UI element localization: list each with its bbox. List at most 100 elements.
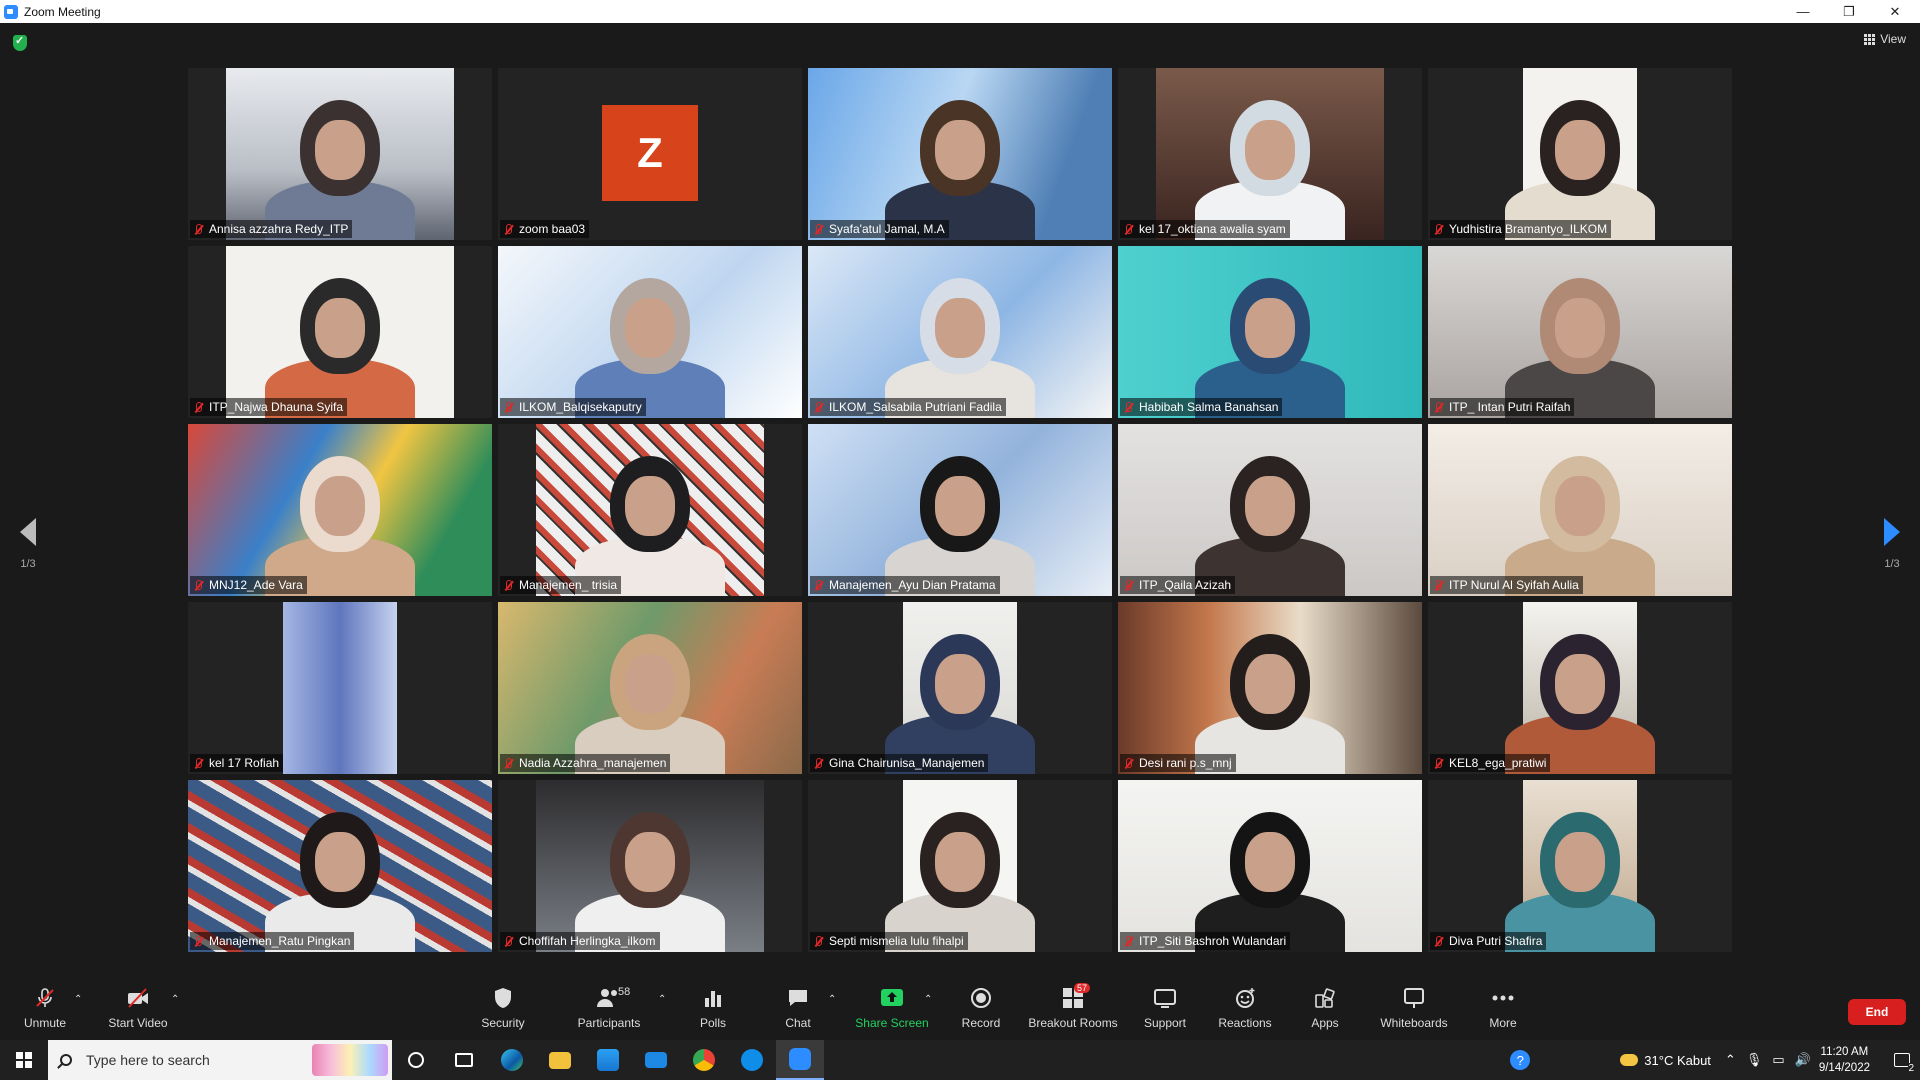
participant-tile[interactable]: Manajemen_ trisia bbox=[498, 424, 802, 596]
prev-page-button[interactable]: 1/3 bbox=[8, 518, 48, 588]
participant-tile[interactable]: Diva Putri Shafira bbox=[1428, 780, 1732, 952]
participant-video bbox=[885, 602, 1035, 774]
notification-center-button[interactable]: 2 bbox=[1884, 1040, 1920, 1080]
participant-nameplate: kel 17 Rofiah bbox=[190, 754, 284, 772]
participant-tile[interactable]: ITP_Siti Bashroh Wulandari bbox=[1118, 780, 1422, 952]
participants-button[interactable]: 58 Participants bbox=[564, 986, 654, 1036]
mic-muted-icon bbox=[502, 401, 515, 414]
participant-tile[interactable]: Choffifah Herlingka_ilkom bbox=[498, 780, 802, 952]
participant-name: Nadia Azzahra_manajemen bbox=[519, 756, 667, 770]
participant-tile[interactable]: Gina Chairunisa_Manajemen bbox=[808, 602, 1112, 774]
participants-chevron-icon[interactable]: ⌃ bbox=[658, 994, 666, 1005]
edge-icon bbox=[501, 1049, 523, 1071]
participant-tile[interactable]: Manajemen_Ratu Pingkan bbox=[188, 780, 492, 952]
camera-off-icon bbox=[125, 986, 151, 1010]
participant-tile[interactable]: MNJ12_Ade Vara bbox=[188, 424, 492, 596]
apps-button[interactable]: Apps bbox=[1280, 986, 1370, 1036]
store-app[interactable] bbox=[584, 1040, 632, 1080]
person-face bbox=[1555, 120, 1605, 180]
participant-name: KEL8_ega_pratiwi bbox=[1449, 756, 1547, 770]
participant-video bbox=[536, 780, 764, 952]
participant-nameplate: ILKOM_Salsabila Putriani Fadila bbox=[810, 398, 1006, 416]
video-options-chevron-icon[interactable]: ⌃ bbox=[171, 994, 179, 1005]
task-view-button[interactable] bbox=[440, 1040, 488, 1080]
cortana-button[interactable] bbox=[392, 1040, 440, 1080]
participant-tile[interactable]: Manajemen_Ayu Dian Pratama bbox=[808, 424, 1112, 596]
clock[interactable]: 11:20 AM 9/14/2022 bbox=[1819, 1044, 1870, 1076]
person-face bbox=[1245, 298, 1295, 358]
breakout-rooms-button[interactable]: 57 Breakout Rooms bbox=[1028, 983, 1118, 1036]
teamviewer-app[interactable] bbox=[728, 1040, 776, 1080]
tray-chevron-icon[interactable]: ⌃ bbox=[1725, 1052, 1736, 1068]
participant-name: ITP Nurul Al Syifah Aulia bbox=[1449, 578, 1579, 592]
zoom-taskbar-app[interactable] bbox=[776, 1040, 824, 1080]
more-label: More bbox=[1489, 1016, 1517, 1030]
participant-nameplate: Gina Chairunisa_Manajemen bbox=[810, 754, 989, 772]
person-face bbox=[1555, 654, 1605, 714]
participant-nameplate: Manajemen_Ratu Pingkan bbox=[190, 932, 355, 950]
reactions-button[interactable]: Reactions bbox=[1200, 986, 1290, 1036]
participant-tile[interactable]: Zzoom baa03 bbox=[498, 68, 802, 240]
mic-muted-icon bbox=[32, 986, 58, 1010]
participant-name: zoom baa03 bbox=[519, 222, 586, 236]
zoom-taskbar-icon bbox=[789, 1048, 811, 1070]
participant-tile[interactable]: Septi mismelia lulu fihalpi bbox=[808, 780, 1112, 952]
start-video-button[interactable]: Start Video bbox=[93, 986, 183, 1036]
taskbar-search-box[interactable]: Type here to search bbox=[48, 1040, 392, 1080]
edge-app[interactable] bbox=[488, 1040, 536, 1080]
cortana-circle-icon bbox=[408, 1052, 424, 1068]
participant-tile[interactable]: kel 17_oktiana awalia syam bbox=[1118, 68, 1422, 240]
support-button[interactable]: Support bbox=[1120, 986, 1210, 1036]
audio-options-chevron-icon[interactable]: ⌃ bbox=[74, 994, 82, 1005]
person-face bbox=[1555, 832, 1605, 892]
participant-video bbox=[1118, 602, 1422, 774]
participant-tile[interactable]: Annisa azzahra Redy_ITP bbox=[188, 68, 492, 240]
participant-tile[interactable]: Habibah Salma Banahsan bbox=[1118, 246, 1422, 418]
participant-tile[interactable]: KEL8_ega_pratiwi bbox=[1428, 602, 1732, 774]
next-page-button[interactable]: 1/3 bbox=[1872, 518, 1912, 588]
participant-video bbox=[188, 780, 492, 952]
restore-button[interactable]: ❐ bbox=[1826, 0, 1872, 23]
weather-text[interactable]: 31°C Kabut bbox=[1644, 1053, 1711, 1068]
encryption-shield-icon[interactable] bbox=[13, 34, 27, 51]
record-button[interactable]: Record bbox=[936, 986, 1026, 1036]
file-explorer-app[interactable] bbox=[536, 1040, 584, 1080]
participant-tile[interactable]: Desi rani p.s_mnj bbox=[1118, 602, 1422, 774]
participant-tile[interactable]: Nadia Azzahra_manajemen bbox=[498, 602, 802, 774]
mic-muted-icon bbox=[1122, 401, 1135, 414]
security-button[interactable]: Security bbox=[458, 986, 548, 1036]
record-label: Record bbox=[961, 1016, 1001, 1030]
participant-tile[interactable]: ITP_Najwa Dhauna Syifa bbox=[188, 246, 492, 418]
view-button[interactable]: View bbox=[1864, 32, 1906, 46]
more-button[interactable]: More bbox=[1458, 986, 1548, 1036]
share-chevron-icon[interactable]: ⌃ bbox=[924, 994, 932, 1005]
chat-chevron-icon[interactable]: ⌃ bbox=[828, 994, 836, 1005]
person-face bbox=[315, 832, 365, 892]
person-face bbox=[1245, 476, 1295, 536]
close-button[interactable]: ✕ bbox=[1872, 0, 1918, 23]
network-icon[interactable]: ▭ bbox=[1772, 1052, 1784, 1068]
chrome-app[interactable] bbox=[680, 1040, 728, 1080]
participant-tile[interactable]: ILKOM_Balqisekaputry bbox=[498, 246, 802, 418]
end-meeting-button[interactable]: End bbox=[1848, 999, 1906, 1025]
person-face bbox=[1555, 476, 1605, 536]
search-placeholder: Type here to search bbox=[86, 1052, 210, 1068]
mail-app[interactable] bbox=[632, 1040, 680, 1080]
help-icon[interactable]: ? bbox=[1510, 1050, 1531, 1070]
participant-tile[interactable]: ILKOM_Salsabila Putriani Fadila bbox=[808, 246, 1112, 418]
polls-button[interactable]: Polls bbox=[668, 986, 758, 1036]
participant-tile[interactable]: Syafa'atul Jamal, M.A bbox=[808, 68, 1112, 240]
participant-tile[interactable]: kel 17 Rofiah bbox=[188, 602, 492, 774]
start-button[interactable] bbox=[0, 1040, 48, 1080]
volume-icon[interactable]: 🔊 bbox=[1795, 1052, 1811, 1068]
whiteboards-button[interactable]: Whiteboards bbox=[1369, 986, 1459, 1036]
participant-tile[interactable]: ITP_ Intan Putri Raifah bbox=[1428, 246, 1732, 418]
minimize-button[interactable]: — bbox=[1780, 0, 1826, 23]
participant-tile[interactable]: ITP Nurul Al Syifah Aulia bbox=[1428, 424, 1732, 596]
participant-tile[interactable]: Yudhistira Bramantyo_ILKOM bbox=[1428, 68, 1732, 240]
mic-muted-icon bbox=[192, 757, 205, 770]
microphone-tray-icon[interactable]: 🎙 bbox=[1746, 1052, 1763, 1068]
window-title: Zoom Meeting bbox=[24, 4, 101, 19]
participant-name: Diva Putri Shafira bbox=[1449, 934, 1543, 948]
participant-tile[interactable]: ITP_Qaila Azizah bbox=[1118, 424, 1422, 596]
